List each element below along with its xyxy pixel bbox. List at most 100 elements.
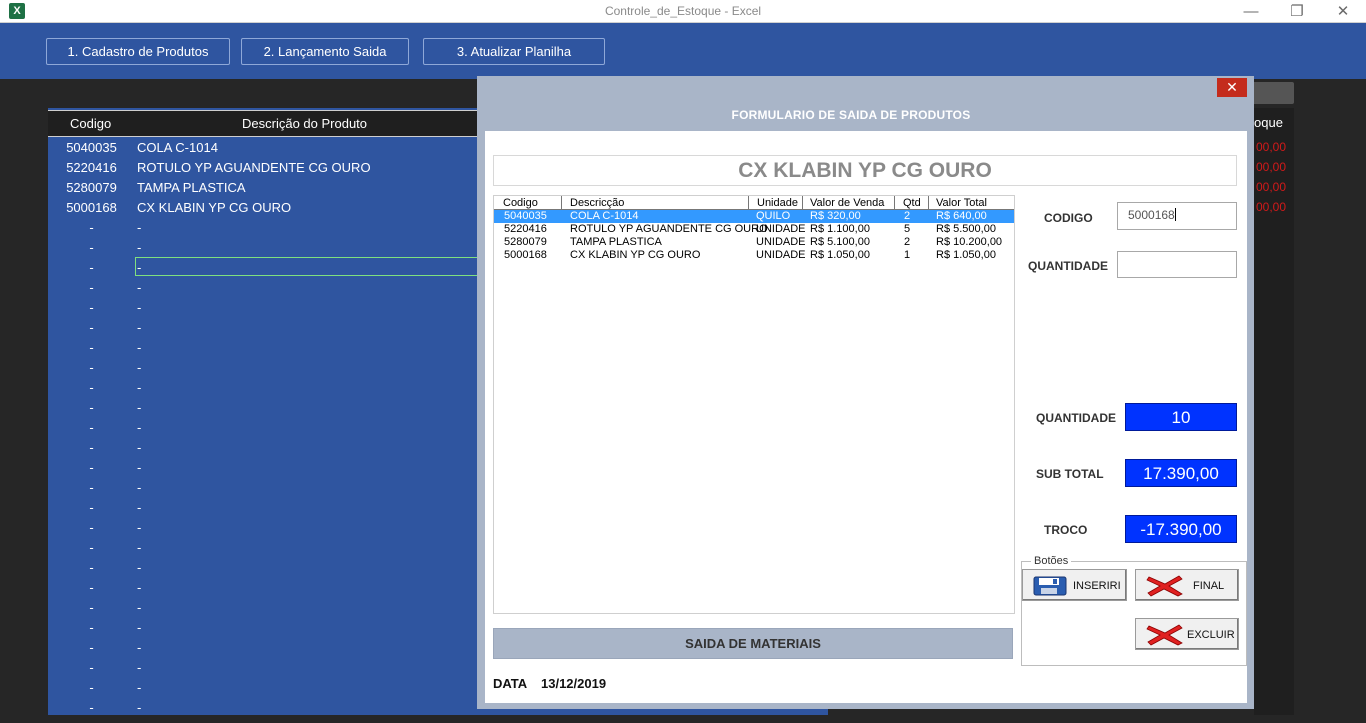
quantidade-input[interactable] bbox=[1117, 251, 1237, 278]
list-cell-valor-total: R$ 640,00 bbox=[936, 210, 987, 222]
cell-descricao[interactable]: - bbox=[137, 360, 141, 375]
data-label: DATA bbox=[493, 676, 528, 691]
cell-codigo[interactable]: - bbox=[48, 640, 135, 655]
estoque-value: 00,00 bbox=[1256, 180, 1287, 194]
cell-descricao[interactable]: - bbox=[137, 480, 141, 495]
final-button[interactable]: FINAL bbox=[1135, 569, 1239, 601]
cell-descricao[interactable]: CX KLABIN YP CG OURO bbox=[137, 200, 291, 215]
list-row[interactable]: 5220416 ROTULO YP AGUANDENTE CG OURO UNIDA… bbox=[494, 223, 1014, 236]
cell-descricao[interactable]: TAMPA PLASTICA bbox=[137, 180, 246, 195]
cell-descricao[interactable]: - bbox=[137, 520, 141, 535]
cell-codigo[interactable]: - bbox=[48, 480, 135, 495]
restore-button[interactable]: ❐ bbox=[1274, 1, 1320, 22]
final-label: FINAL bbox=[1193, 580, 1225, 592]
cell-codigo[interactable]: - bbox=[48, 600, 135, 615]
cell-descricao[interactable]: - bbox=[137, 640, 141, 655]
cell-codigo[interactable]: - bbox=[48, 260, 135, 275]
list-row[interactable]: 5040035 COLA C-1014 QUILO R$ 320,00 2 R$ 640,… bbox=[494, 210, 1014, 223]
cell-descricao[interactable]: - bbox=[137, 320, 141, 335]
cell-codigo[interactable]: - bbox=[48, 440, 135, 455]
list-cell-qtd: 5 bbox=[904, 223, 911, 235]
cell-descricao[interactable]: - bbox=[137, 540, 141, 555]
cell-descricao[interactable]: - bbox=[137, 620, 141, 635]
cell-codigo[interactable]: - bbox=[48, 700, 135, 715]
cell-codigo[interactable]: - bbox=[48, 300, 135, 315]
cell-descricao[interactable]: - bbox=[137, 340, 141, 355]
excluir-button[interactable]: EXCLUIR bbox=[1135, 618, 1239, 650]
list-cell-qtd: 1 bbox=[904, 249, 911, 261]
close-window-button[interactable]: ✕ bbox=[1320, 1, 1366, 22]
cell-codigo[interactable]: - bbox=[48, 360, 135, 375]
cell-descricao[interactable]: - bbox=[137, 440, 141, 455]
list-cell-descricao: ROTULO YP AGUANDENTE CG OURO bbox=[570, 223, 768, 235]
cell-codigo[interactable]: - bbox=[48, 420, 135, 435]
cadastro-produtos-button[interactable]: 1. Cadastro de Produtos bbox=[46, 38, 230, 65]
list-cell-codigo: 5000168 bbox=[504, 249, 547, 261]
cell-codigo[interactable]: - bbox=[48, 660, 135, 675]
cell-descricao[interactable]: - bbox=[137, 600, 141, 615]
codigo-input[interactable]: 5000168 bbox=[1117, 202, 1237, 230]
cell-descricao[interactable]: - bbox=[137, 280, 141, 295]
atualizar-planilha-button[interactable]: 3. Atualizar Planilha bbox=[423, 38, 605, 65]
cell-descricao[interactable]: - bbox=[137, 220, 141, 235]
active-cell[interactable] bbox=[135, 257, 479, 276]
cell-codigo[interactable]: 5040035 bbox=[48, 140, 135, 155]
list-cell-unidade: QUILO bbox=[756, 210, 791, 222]
list-header-valor-venda: Valor de Venda bbox=[810, 197, 885, 209]
worksheet-shape bbox=[1248, 82, 1294, 104]
total-quantidade-label: QUANTIDADE bbox=[1036, 411, 1116, 425]
products-listbox[interactable]: Codigo Descricção Unidade Valor de Venda… bbox=[493, 195, 1015, 614]
cell-codigo[interactable]: - bbox=[48, 240, 135, 255]
cell-descricao[interactable]: COLA C-1014 bbox=[137, 140, 218, 155]
total-quantidade-value: 10 bbox=[1125, 403, 1237, 431]
list-cell-codigo: 5220416 bbox=[504, 223, 547, 235]
cell-codigo[interactable]: - bbox=[48, 380, 135, 395]
list-header-qtd: Qtd bbox=[903, 197, 921, 209]
list-cell-unidade: UNIDADE bbox=[756, 223, 806, 235]
cell-codigo[interactable]: - bbox=[48, 580, 135, 595]
cell-codigo[interactable]: - bbox=[48, 320, 135, 335]
cell-descricao[interactable]: - bbox=[137, 380, 141, 395]
cell-codigo[interactable]: - bbox=[48, 340, 135, 355]
cell-codigo[interactable]: - bbox=[48, 540, 135, 555]
list-header-descricao: Descricção bbox=[570, 197, 625, 209]
cell-codigo[interactable]: - bbox=[48, 400, 135, 415]
list-cell-unidade: UNIDADE bbox=[756, 249, 806, 261]
list-header-valor-total: Valor Total bbox=[936, 197, 987, 209]
cell-codigo[interactable]: - bbox=[48, 680, 135, 695]
cell-descricao[interactable]: - bbox=[137, 420, 141, 435]
cell-descricao[interactable]: - bbox=[137, 680, 141, 695]
cell-codigo[interactable]: - bbox=[48, 500, 135, 515]
cell-descricao[interactable]: ROTULO YP AGUANDENTE CG OURO bbox=[137, 160, 371, 175]
cell-descricao[interactable]: - bbox=[137, 240, 141, 255]
header-codigo: Codigo bbox=[70, 116, 112, 131]
cell-descricao[interactable]: - bbox=[137, 400, 141, 415]
inserir-button[interactable]: INSERIRI bbox=[1022, 569, 1127, 601]
cell-codigo[interactable]: 5220416 bbox=[48, 160, 135, 175]
cell-codigo[interactable]: 5000168 bbox=[48, 200, 135, 215]
listbox-header: Codigo Descricção Unidade Valor de Venda… bbox=[494, 196, 1014, 210]
list-cell-descricao: TAMPA PLASTICA bbox=[570, 236, 662, 248]
list-cell-qtd: 2 bbox=[904, 210, 911, 222]
list-row[interactable]: 5280079 TAMPA PLASTICA UNIDADE R$ 5.100,00 2… bbox=[494, 236, 1014, 249]
cell-codigo[interactable]: 5280079 bbox=[48, 180, 135, 195]
list-row[interactable]: 5000168 CX KLABIN YP CG OURO UNIDADE R$ 1.0… bbox=[494, 249, 1014, 262]
cell-codigo[interactable]: - bbox=[48, 460, 135, 475]
cell-codigo[interactable]: - bbox=[48, 520, 135, 535]
cell-codigo[interactable]: - bbox=[48, 220, 135, 235]
form-close-button[interactable]: ✕ bbox=[1217, 78, 1247, 97]
inserir-label: INSERIRI bbox=[1073, 580, 1121, 592]
minimize-button[interactable]: — bbox=[1228, 1, 1274, 22]
cell-codigo[interactable]: - bbox=[48, 280, 135, 295]
cell-descricao[interactable]: - bbox=[137, 660, 141, 675]
cell-descricao[interactable]: - bbox=[137, 560, 141, 575]
floppy-disk-icon bbox=[1033, 576, 1067, 596]
cell-descricao[interactable]: - bbox=[137, 300, 141, 315]
cell-descricao[interactable]: - bbox=[137, 700, 141, 715]
lancamento-saida-button[interactable]: 2. Lançamento Saida bbox=[241, 38, 409, 65]
cell-descricao[interactable]: - bbox=[137, 460, 141, 475]
cell-descricao[interactable]: - bbox=[137, 580, 141, 595]
cell-descricao[interactable]: - bbox=[137, 500, 141, 515]
cell-codigo[interactable]: - bbox=[48, 620, 135, 635]
cell-codigo[interactable]: - bbox=[48, 560, 135, 575]
